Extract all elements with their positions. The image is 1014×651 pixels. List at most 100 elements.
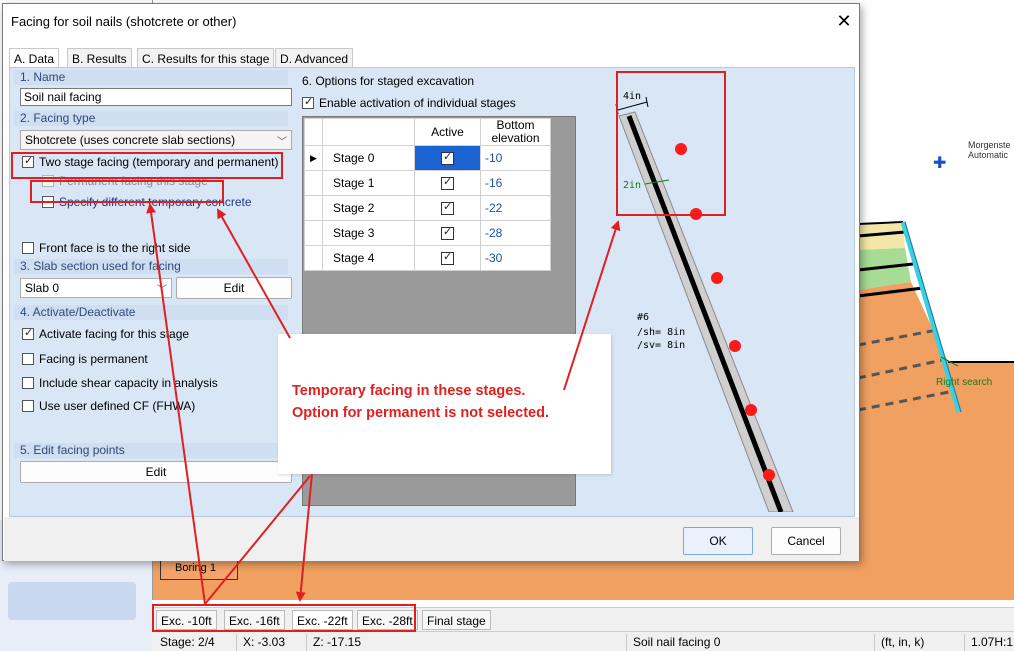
method-label: Morgenste Automatic: [968, 140, 1011, 160]
checkbox-icon[interactable]: [22, 377, 34, 389]
table-row[interactable]: Stage 3 -28: [304, 220, 551, 246]
soil-layer-orange-base: [153, 560, 858, 600]
user-cf-checkbox[interactable]: Use user defined CF (FHWA): [22, 398, 195, 414]
stage-elevation[interactable]: -10: [480, 145, 551, 171]
right-search-label: Right search: [936, 377, 993, 388]
stage-elevation[interactable]: -22: [480, 195, 551, 221]
checkbox-icon[interactable]: [42, 175, 54, 187]
stage-elevation[interactable]: -28: [480, 220, 551, 246]
table-row[interactable]: ▶ Stage 0 -10: [304, 145, 551, 171]
stage-tab-exc-10[interactable]: Exc. -10ft: [156, 610, 217, 630]
nail-dot: [711, 272, 723, 284]
stage-tabbar: Exc. -10ft Exc. -16ft Exc. -22ft Exc. -2…: [152, 607, 1014, 631]
close-icon[interactable]: ✕: [833, 11, 855, 31]
section-staged: 6. Options for staged excavation: [302, 74, 475, 88]
facing-section-preview: 4in 2in #6 /sh= 8in /sv= 8in: [583, 76, 851, 512]
stage-name: Stage 4: [322, 245, 415, 271]
stage-name: Stage 2: [322, 195, 415, 221]
specify-temp-label: Specify different temporary concrete: [59, 195, 252, 209]
status-stage: Stage: 2/4: [160, 635, 215, 649]
enable-stages-label: Enable activation of individual stages: [319, 96, 516, 110]
checkbox-checked-icon[interactable]: [22, 326, 34, 340]
left-panel-button[interactable]: [8, 582, 136, 620]
checkbox-icon[interactable]: [42, 196, 54, 208]
table-row[interactable]: Stage 2 -22: [304, 195, 551, 221]
front-face-label: Front face is to the right side: [39, 241, 191, 255]
tab-advanced[interactable]: D. Advanced: [275, 48, 354, 68]
stage-tab-exc-28[interactable]: Exc. -28ft: [357, 610, 418, 630]
slab-value: Slab 0: [25, 281, 60, 295]
nail-dot: [763, 469, 775, 481]
row-selector: [304, 245, 323, 271]
specify-temp-checkbox[interactable]: Specify different temporary concrete: [42, 194, 252, 210]
row-selector: [304, 220, 323, 246]
checkbox-icon[interactable]: [22, 400, 34, 412]
tab-data[interactable]: A. Data: [9, 48, 60, 69]
edit-points-button[interactable]: Edit: [20, 461, 292, 483]
slab-select[interactable]: Slab 0 ﹀: [20, 278, 172, 298]
section-name: 1. Name: [14, 70, 288, 85]
stage-tab-final[interactable]: Final stage: [422, 610, 491, 630]
enable-stages-checkbox[interactable]: Enable activation of individual stages: [302, 95, 516, 111]
activate-checkbox[interactable]: Activate facing for this stage: [22, 326, 189, 342]
table-row[interactable]: Stage 1 -16: [304, 170, 551, 196]
two-stage-label: Two stage facing (temporary and permanen…: [39, 155, 279, 169]
status-bar: Stage: 2/4 X: -3.03 Z: -17.15 Soil nail …: [152, 631, 1014, 651]
two-stage-checkbox[interactable]: Two stage facing (temporary and permanen…: [22, 154, 278, 170]
stage-name: Stage 1: [322, 170, 415, 196]
checkbox-icon[interactable]: [22, 353, 34, 365]
soil-layer-yellow: [858, 224, 905, 250]
crosshair-icon: ✚: [933, 153, 946, 172]
stage-elevation[interactable]: -30: [480, 245, 551, 271]
facing-dialog: Facing for soil nails (shotcrete or othe…: [2, 3, 860, 561]
header-active: Active: [414, 118, 481, 146]
tab-results-stage[interactable]: C. Results for this stage: [137, 48, 275, 68]
nail-dot: [745, 404, 757, 416]
tab-results[interactable]: B. Results: [67, 48, 132, 68]
bar-size-label: #6: [637, 312, 649, 323]
status-units: (ft, in, k): [874, 634, 964, 651]
stage-name: Stage 0: [322, 145, 415, 171]
chevron-down-icon: ﹀: [277, 137, 287, 148]
stage-name: Stage 3: [322, 220, 415, 246]
checkbox-checked-icon[interactable]: [441, 250, 454, 266]
permanent-stage-label: Permanent facing this stage: [59, 174, 208, 188]
front-face-checkbox[interactable]: Front face is to the right side: [22, 240, 190, 256]
nail-dot: [690, 208, 702, 220]
section-edit-points: 5. Edit facing points: [14, 443, 288, 458]
slab-edit-button[interactable]: Edit: [176, 277, 292, 299]
checkbox-checked-icon[interactable]: [441, 200, 454, 216]
checkbox-checked-icon[interactable]: [22, 154, 34, 168]
dialog-title: Facing for soil nails (shotcrete or othe…: [11, 14, 237, 29]
user-cf-label: Use user defined CF (FHWA): [39, 399, 196, 413]
facing-type-select[interactable]: Shotcrete (uses concrete slab sections) …: [20, 130, 292, 150]
stage-active-cell[interactable]: [414, 220, 481, 246]
checkbox-checked-icon[interactable]: [441, 225, 454, 241]
is-permanent-checkbox[interactable]: Facing is permanent: [22, 351, 148, 367]
checkbox-checked-icon[interactable]: [441, 150, 454, 166]
table-row[interactable]: Stage 4 -30: [304, 245, 551, 271]
cancel-button[interactable]: Cancel: [771, 527, 841, 555]
permanent-stage-checkbox[interactable]: Permanent facing this stage: [42, 173, 208, 189]
checkbox-checked-icon[interactable]: [302, 95, 314, 109]
bar-spacing-v-label: /sv= 8in: [637, 340, 685, 351]
stage-active-cell[interactable]: [414, 145, 481, 171]
stage-active-cell[interactable]: [414, 170, 481, 196]
annotation-text: Temporary facing in these stages. Option…: [292, 380, 602, 424]
checkbox-icon[interactable]: [22, 242, 34, 254]
facing-type-value: Shotcrete (uses concrete slab sections): [25, 133, 236, 147]
row-selector: [304, 170, 323, 196]
stage-active-cell[interactable]: [414, 195, 481, 221]
stage-tab-exc-16[interactable]: Exc. -16ft: [224, 610, 285, 630]
shear-checkbox[interactable]: Include shear capacity in analysis: [22, 375, 218, 391]
status-scale: 1.07H:1: [964, 634, 1014, 651]
ok-button[interactable]: OK: [683, 527, 753, 555]
chevron-down-icon: ﹀: [157, 285, 167, 296]
stage-elevation[interactable]: -16: [480, 170, 551, 196]
checkbox-checked-icon[interactable]: [441, 175, 454, 191]
status-object: Soil nail facing 0: [626, 634, 874, 651]
stage-active-cell[interactable]: [414, 245, 481, 271]
facing-name-input[interactable]: [20, 88, 292, 106]
section-activate: 4. Activate/Deactivate: [14, 305, 288, 320]
stage-tab-exc-22[interactable]: Exc. -22ft: [292, 610, 353, 630]
